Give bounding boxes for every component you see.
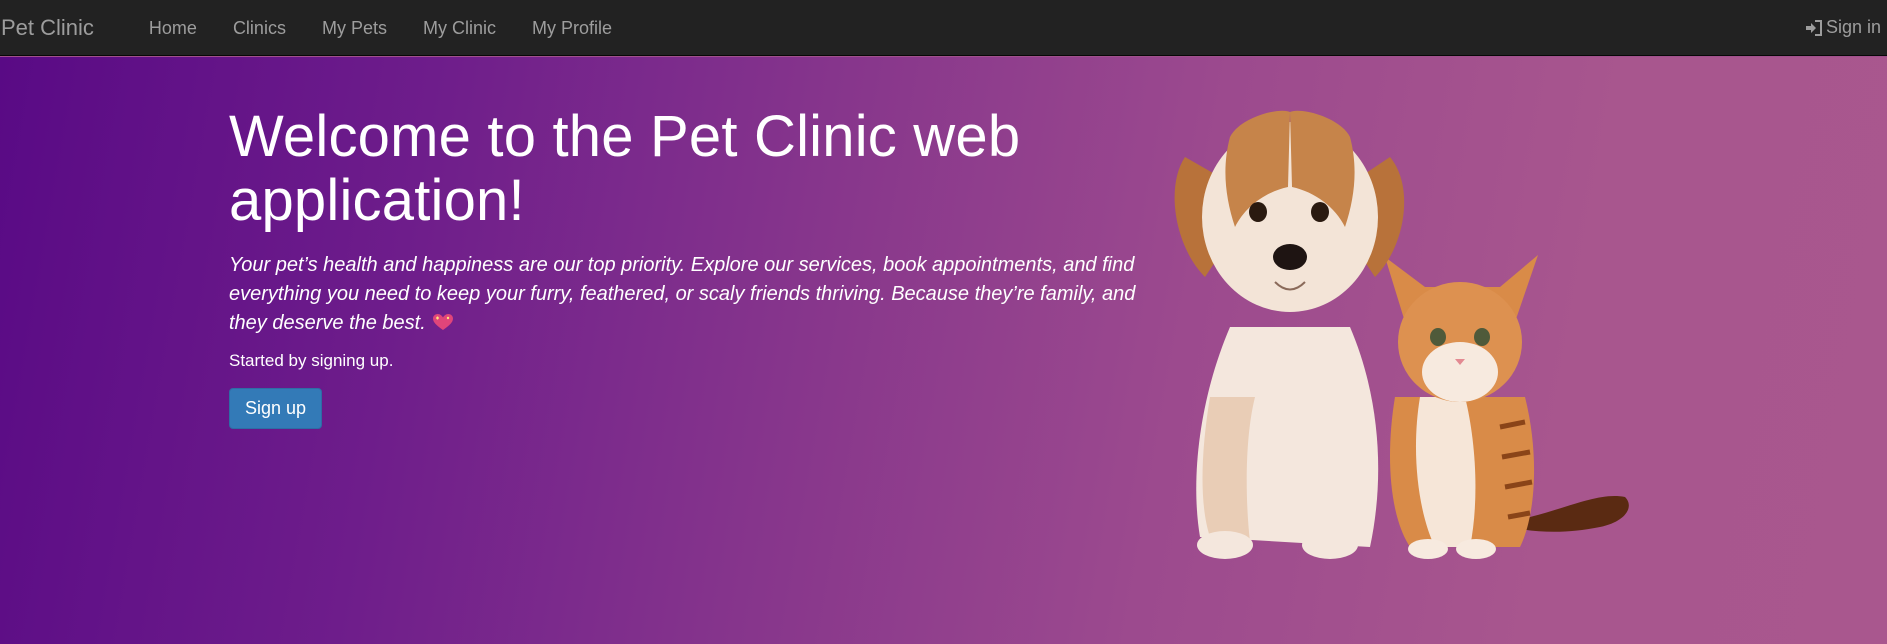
nav-link-my-profile[interactable]: My Profile [514, 0, 630, 56]
hero-lead-text: Your pet’s health and happiness are our … [229, 254, 1136, 334]
nav-link-clinics[interactable]: Clinics [215, 0, 304, 56]
puppy-and-kitten-image [1174, 110, 1629, 559]
nav-item-clinics: Clinics [215, 0, 304, 56]
brand-link[interactable]: Pet Clinic [0, 15, 94, 41]
nav-right: Sign in [1805, 17, 1887, 38]
nav-item-my-profile: My Profile [514, 0, 630, 56]
hero-text: Welcome to the Pet Clinic web applicatio… [229, 105, 1149, 429]
hero-lead: Your pet’s health and happiness are our … [229, 251, 1149, 338]
top-navbar: Pet Clinic Home Clinics My Pets My Clini… [0, 0, 1887, 56]
nav-menu: Home Clinics My Pets My Clinic My Profil… [131, 0, 630, 56]
nav-link-my-clinic[interactable]: My Clinic [405, 0, 514, 56]
hero-section: Welcome to the Pet Clinic web applicatio… [0, 57, 1887, 644]
log-in-icon [1805, 19, 1822, 36]
signin-label: Sign in [1825, 17, 1881, 37]
nav-item-home: Home [131, 0, 215, 56]
nav-item-my-clinic: My Clinic [405, 0, 514, 56]
signup-button[interactable]: Sign up [229, 388, 323, 429]
hero-subtext: Started by signing up. [229, 351, 394, 370]
signin-link[interactable]: Sign in [1805, 17, 1881, 38]
hero-title: Welcome to the Pet Clinic web applicatio… [229, 104, 1021, 233]
nav-link-my-pets[interactable]: My Pets [304, 0, 405, 56]
heart-icon [432, 314, 453, 330]
nav-link-home[interactable]: Home [131, 0, 215, 56]
nav-item-my-pets: My Pets [304, 0, 405, 56]
